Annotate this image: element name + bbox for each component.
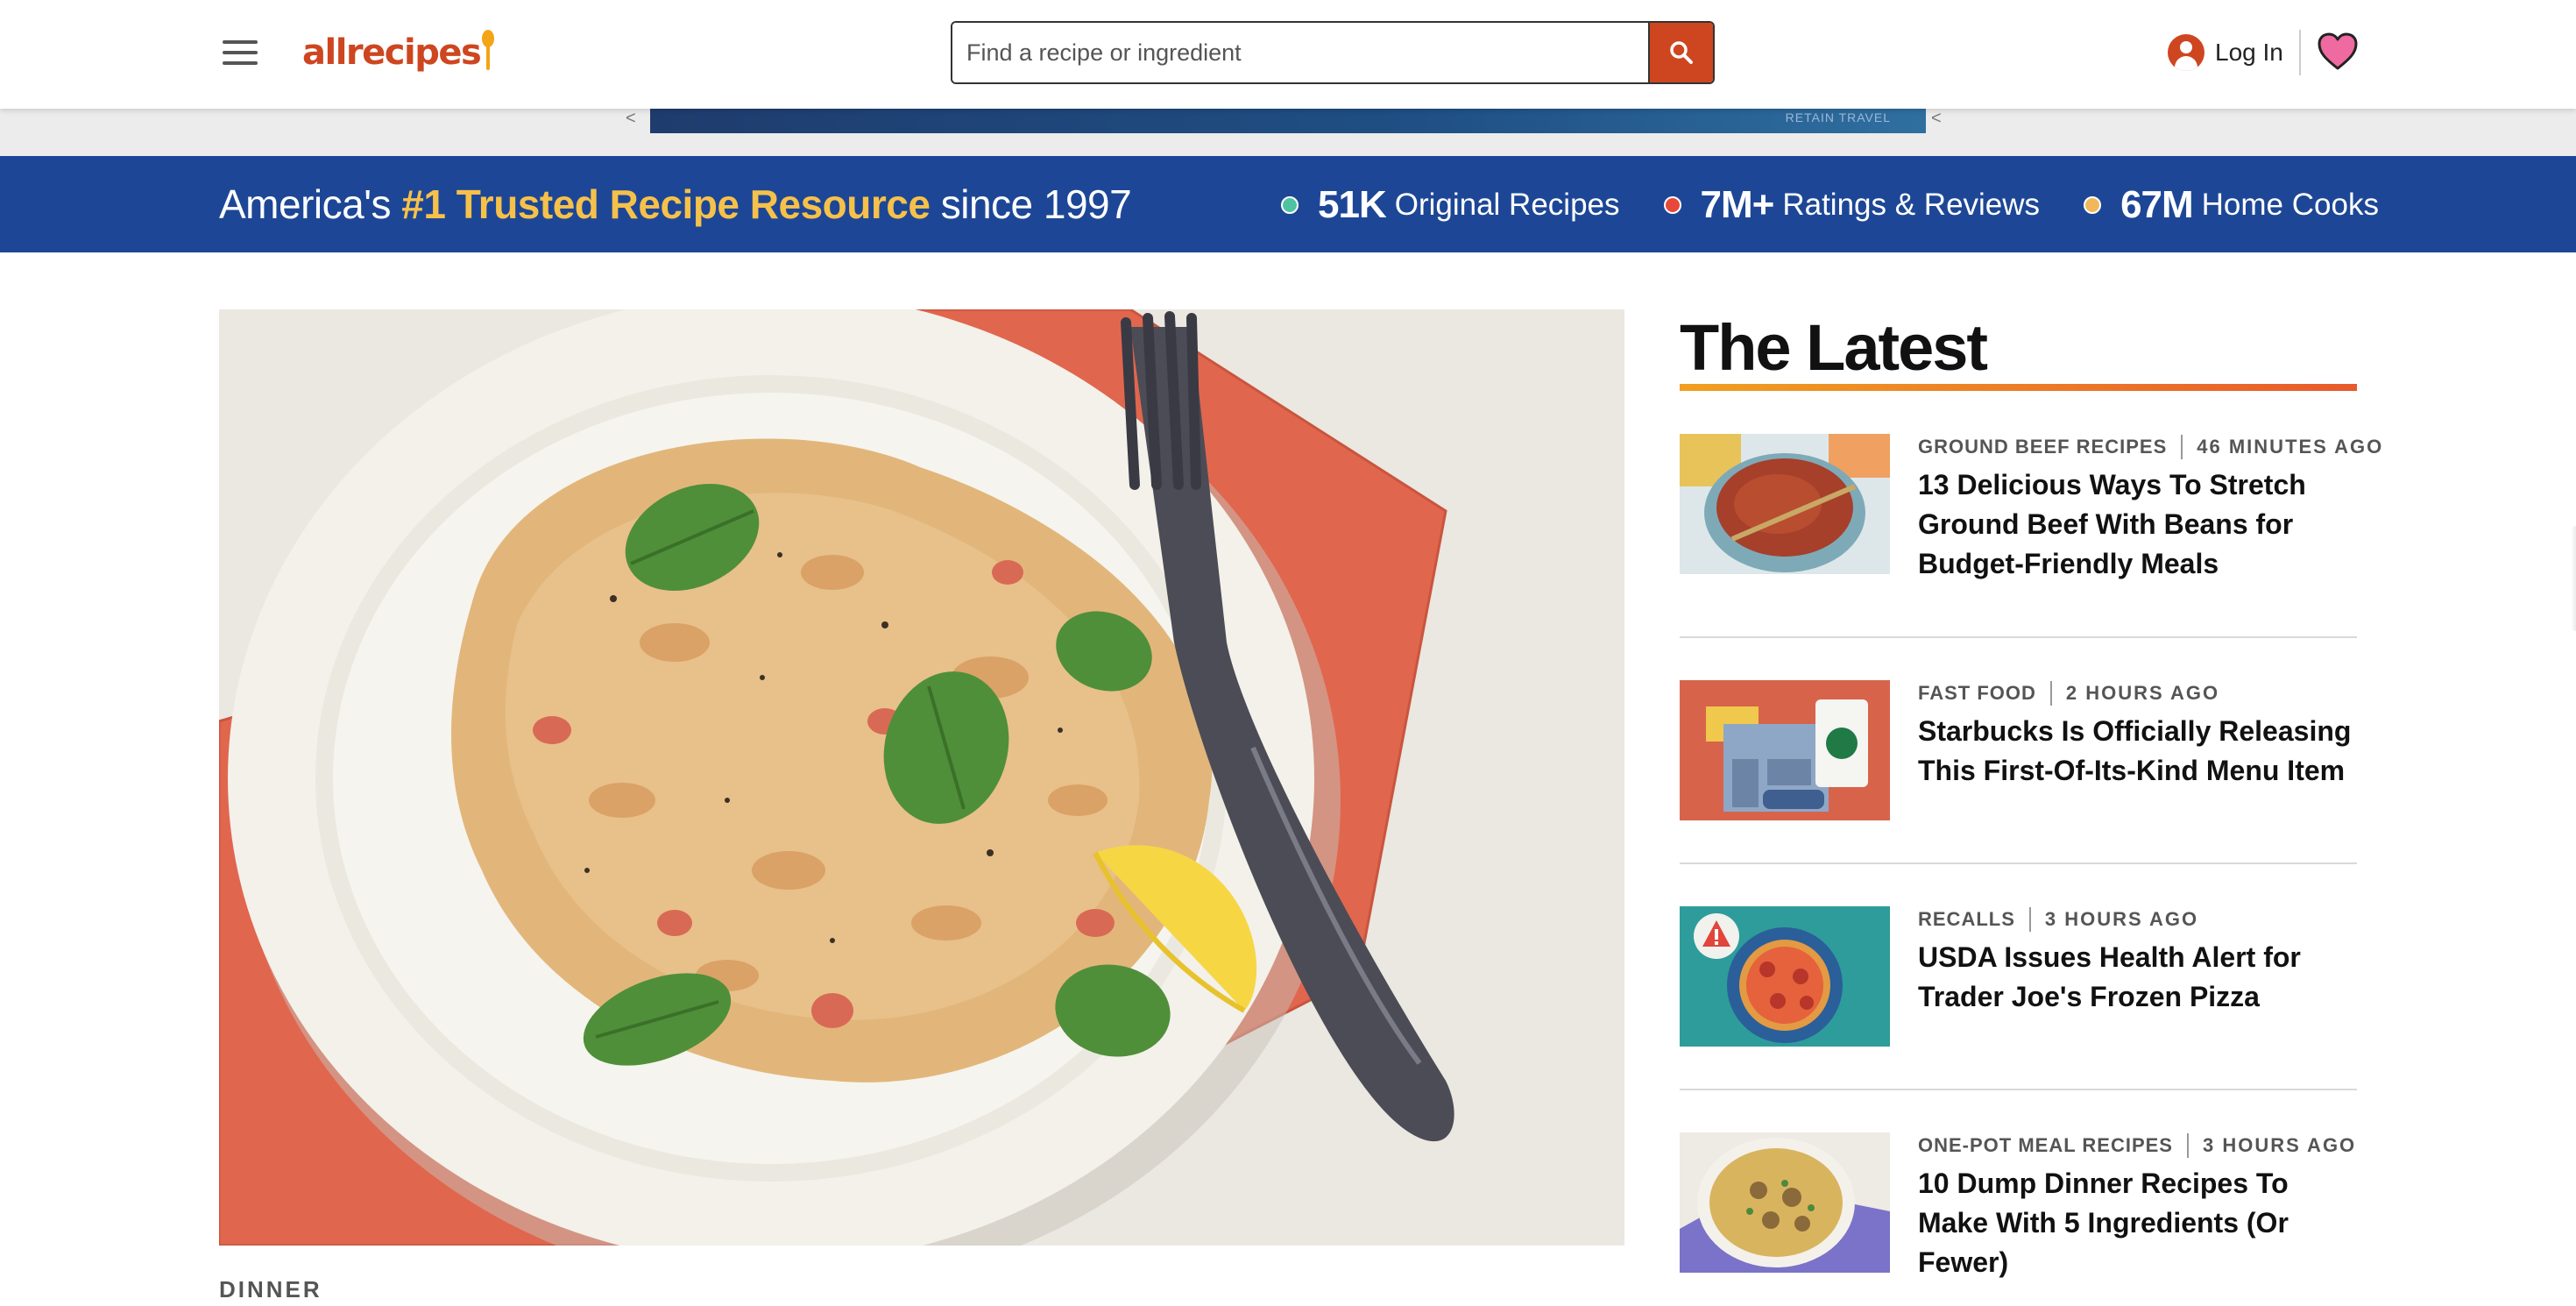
latest-item[interactable]: ONE-POT MEAL RECIPES 3 HOURS AGO 10 Dump… (1680, 1132, 2357, 1281)
headline-highlight: #1 Trusted Recipe Resource (401, 181, 931, 227)
stat-value: 51K (1318, 183, 1387, 226)
meta-separator (2181, 435, 2183, 459)
item-time: 3 HOURS AGO (2044, 908, 2199, 930)
logo-text: allrecipes (302, 32, 482, 73)
user-avatar-icon (2168, 34, 2204, 71)
site-header: allrecipes Log In (0, 0, 2576, 109)
headline-post: since 1997 (940, 181, 1132, 227)
stat-recipes: 51K Original Recipes (1281, 183, 1620, 227)
meta-separator (2028, 907, 2031, 932)
item-title-link[interactable]: USDA Issues Health Alert for Trader Joe'… (1918, 938, 2356, 1017)
item-divider (1680, 1089, 2357, 1090)
heart-icon[interactable] (2317, 32, 2359, 72)
login-button[interactable]: Log In (2168, 32, 2283, 74)
stat-value: 7M+ (1700, 183, 1775, 226)
item-title-link[interactable]: 10 Dump Dinner Recipes To Make With 5 In… (1918, 1164, 2356, 1282)
item-meta: RECALLS 3 HOURS AGO (1918, 906, 2198, 933)
trust-banner: America's #1 Trusted Recipe Resource sin… (0, 156, 2576, 252)
stat-label: Home Cooks (2201, 188, 2379, 222)
stat-dot (2084, 196, 2102, 214)
item-title-link[interactable]: 13 Delicious Ways To Stretch Ground Beef… (1918, 465, 2356, 584)
ad-marker-left: < (626, 109, 636, 128)
item-category[interactable]: RECALLS (1918, 908, 2015, 931)
login-label: Log In (2215, 39, 2283, 66)
ad-text: RETAIN TRAVEL (1785, 110, 1891, 124)
stat-dot (1281, 196, 1299, 214)
item-meta: FAST FOOD 2 HOURS AGO (1918, 680, 2219, 706)
latest-title-underline (1680, 384, 2357, 391)
meta-separator (2049, 681, 2052, 706)
item-category[interactable]: FAST FOOD (1918, 682, 2036, 705)
stat-label: Original Recipes (1394, 188, 1620, 222)
meta-separator (2186, 1133, 2189, 1158)
banner-stats: 51K Original Recipes 7M+ Ratings & Revie… (1281, 181, 2379, 230)
ad-banner[interactable]: RETAIN TRAVEL (650, 109, 1926, 133)
item-divider (1680, 862, 2357, 864)
latest-item[interactable]: FAST FOOD 2 HOURS AGO Starbucks Is Offic… (1680, 680, 2357, 829)
stat-ratings: 7M+ Ratings & Reviews (1663, 183, 2041, 227)
edge-shadow (2571, 526, 2576, 631)
item-time: 2 HOURS AGO (2065, 682, 2220, 704)
hero-image[interactable] (219, 309, 1624, 1246)
item-title-link[interactable]: Starbucks Is Officially Releasing This F… (1918, 712, 2356, 791)
spoon-icon (482, 30, 495, 74)
latest-section-title: The Latest (1680, 311, 1988, 384)
pizza-alert-photo[interactable] (1680, 906, 1890, 1047)
site-logo[interactable]: allrecipes (302, 26, 495, 79)
item-category[interactable]: GROUND BEEF RECIPES (1918, 436, 2167, 458)
search-button[interactable] (1648, 23, 1713, 82)
pasta-bowl-photo[interactable] (1680, 1132, 1890, 1273)
ad-marker-right: < (1931, 109, 1942, 128)
item-category[interactable]: ONE-POT MEAL RECIPES (1918, 1134, 2173, 1157)
chili-pot-photo[interactable] (1680, 434, 1890, 574)
headline-pre: America's (219, 181, 392, 227)
stat-cooks: 67M Home Cooks (2084, 183, 2379, 227)
pasta-dish-illustration (219, 309, 1624, 1246)
header-divider (2299, 30, 2301, 75)
latest-item[interactable]: GROUND BEEF RECIPES 46 MINUTES AGO 13 De… (1680, 434, 2381, 584)
search-bar (951, 21, 1715, 84)
item-meta: ONE-POT MEAL RECIPES 3 HOURS AGO (1918, 1132, 2356, 1159)
starbucks-store-illustration[interactable] (1680, 680, 1890, 820)
latest-item[interactable]: RECALLS 3 HOURS AGO USDA Issues Health A… (1680, 906, 2357, 1055)
hero-category-label[interactable]: DINNER (219, 1276, 322, 1303)
item-time: 46 MINUTES AGO (2197, 436, 2384, 458)
stat-label: Ratings & Reviews (1782, 188, 2041, 222)
item-divider (1680, 636, 2357, 638)
banner-headline: America's #1 Trusted Recipe Resource sin… (219, 177, 1132, 231)
search-icon (1670, 41, 1693, 64)
hamburger-menu-icon[interactable] (223, 39, 258, 67)
search-input[interactable] (952, 23, 1648, 82)
item-meta: GROUND BEEF RECIPES 46 MINUTES AGO (1918, 434, 2383, 460)
item-time: 3 HOURS AGO (2202, 1134, 2357, 1156)
stat-dot (1663, 196, 1681, 214)
stat-value: 67M (2120, 183, 2194, 226)
advertisement-strip: < RETAIN TRAVEL < (0, 109, 2576, 156)
